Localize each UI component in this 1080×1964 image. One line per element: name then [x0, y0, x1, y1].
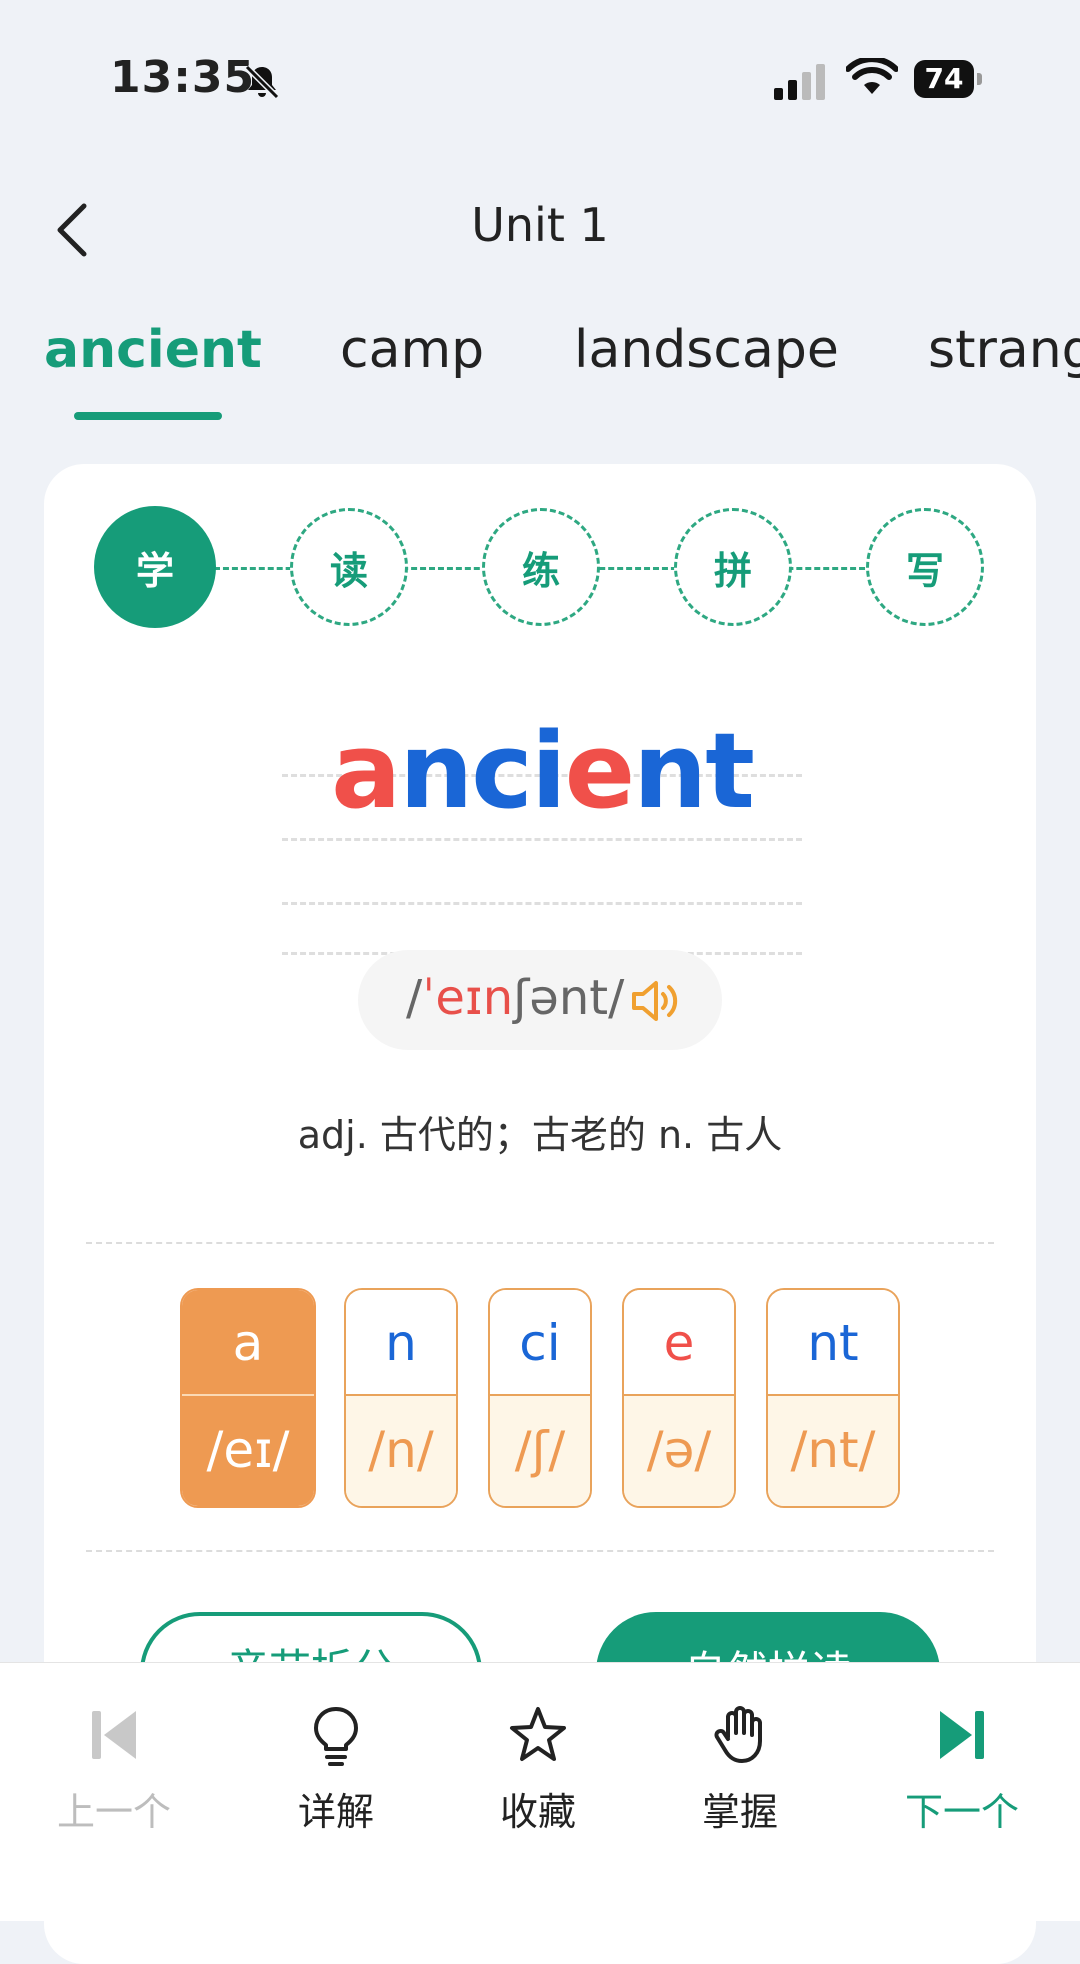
phonetic-part: ʃənt [513, 970, 609, 1026]
syllable-letters: e [624, 1290, 734, 1396]
battery-level: 74 [914, 60, 974, 98]
word-letter: i [530, 710, 567, 832]
master-button[interactable]: 掌握 [650, 1703, 830, 1853]
word-letter: e [564, 710, 636, 832]
favorite-label: 收藏 [499, 1790, 576, 1834]
master-label: 掌握 [701, 1790, 778, 1834]
syllable-card[interactable]: n /n/ [344, 1288, 458, 1508]
syllable-letters: a [182, 1290, 314, 1396]
bottom-toolbar: 上一个 详解 收藏 掌握 下一个 [0, 1662, 1080, 1921]
prev-label: 上一个 [56, 1790, 171, 1834]
bell-muted-icon [244, 64, 280, 100]
nav-bar: Unit 1 [0, 180, 1080, 270]
divider [86, 1242, 994, 1244]
step-write[interactable]: 写 [866, 508, 984, 626]
tab-ancient[interactable]: ancient [44, 320, 262, 380]
syllable-card[interactable]: e /ə/ [622, 1288, 736, 1508]
phonetic-part: / [406, 970, 423, 1026]
phonetic-pill[interactable]: /ˈeɪnʃənt/ [358, 950, 722, 1050]
word-letter: a [331, 710, 401, 832]
phonetic-part: ˈeɪn [422, 970, 514, 1026]
learning-steps: 学 读 练 拼 写 [94, 506, 994, 630]
syllable-ipa: /eɪ/ [182, 1396, 314, 1506]
guide-line [282, 838, 802, 841]
word-letter: c [471, 710, 533, 832]
word-tabs: ancient camp landscape strang [0, 320, 1080, 430]
lightbulb-icon [314, 1707, 358, 1766]
speaker-icon[interactable] [630, 978, 684, 1024]
step-spell[interactable]: 拼 [674, 508, 792, 626]
page-title: Unit 1 [471, 198, 609, 252]
divider [86, 1550, 994, 1552]
step-read[interactable]: 读 [290, 508, 408, 626]
status-bar: 13:35 74 [0, 0, 1080, 160]
syllable-card[interactable]: ci /ʃ/ [488, 1288, 592, 1508]
syllable-card[interactable]: a /eɪ/ [180, 1288, 316, 1508]
cellular-signal-icon [774, 64, 825, 100]
status-time: 13:35 [110, 52, 256, 103]
hand-icon [714, 1706, 762, 1763]
phonetic-text: /ˈeɪnʃənt/ [406, 970, 624, 1026]
word-display: ancient [282, 708, 802, 955]
phonetic-part: / [608, 970, 625, 1026]
syllable-letters: nt [768, 1290, 898, 1396]
detail-button[interactable]: 详解 [246, 1703, 426, 1853]
skip-next-icon [940, 1711, 984, 1759]
tab-camp[interactable]: camp [340, 320, 484, 380]
detail-label: 详解 [297, 1790, 374, 1834]
word-spelling: ancient [282, 710, 802, 832]
tab-landscape[interactable]: landscape [574, 320, 839, 380]
syllable-letters: ci [490, 1290, 590, 1396]
next-button[interactable]: 下一个 [872, 1703, 1052, 1853]
guide-line [282, 902, 802, 905]
battery-indicator: 74 [914, 60, 982, 100]
word-letter: t [705, 710, 755, 832]
syllable-ipa: /ə/ [624, 1396, 734, 1506]
word-letter: n [633, 710, 707, 832]
syllable-ipa: /ʃ/ [490, 1396, 590, 1506]
favorite-button[interactable]: 收藏 [448, 1703, 628, 1853]
step-learn[interactable]: 学 [94, 506, 216, 628]
wifi-icon [846, 58, 898, 94]
syllable-card[interactable]: nt /nt/ [766, 1288, 900, 1508]
tab-strange[interactable]: strang [928, 320, 1080, 380]
syllable-ipa: /n/ [346, 1396, 456, 1506]
prev-button[interactable]: 上一个 [24, 1703, 204, 1853]
syllable-ipa: /nt/ [768, 1396, 898, 1506]
star-icon [510, 1707, 566, 1761]
skip-previous-icon [92, 1711, 136, 1759]
step-practice[interactable]: 练 [482, 508, 600, 626]
word-letter: n [399, 710, 473, 832]
active-tab-underline [74, 412, 222, 420]
syllable-letters: n [346, 1290, 456, 1396]
next-label: 下一个 [904, 1790, 1019, 1834]
battery-tip [977, 73, 982, 85]
syllable-breakdown: a /eɪ/ n /n/ ci /ʃ/ e /ə/ nt /nt/ [180, 1288, 920, 1510]
word-definition: adj. 古代的；古老的 n. 古人 [297, 1113, 783, 1157]
